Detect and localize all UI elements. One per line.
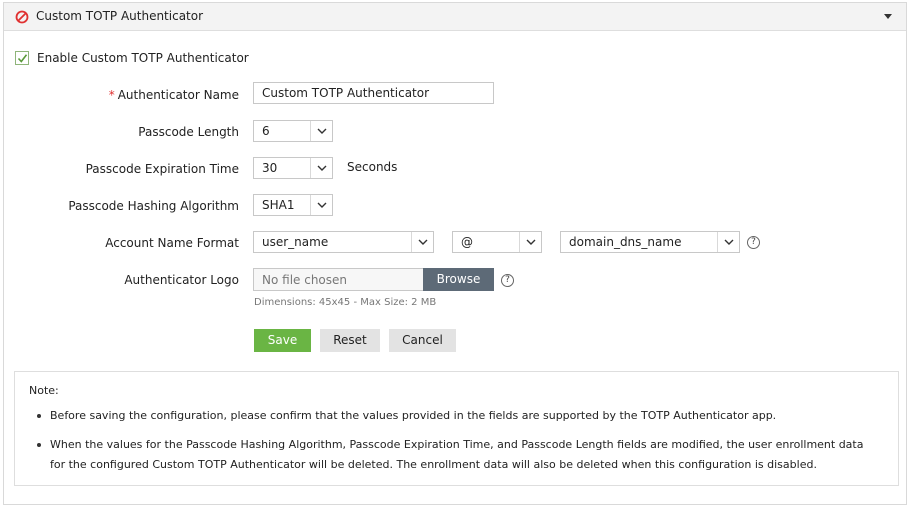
- authenticator-name-label: * Authenticator Name: [108, 88, 239, 102]
- expiration-unit: Seconds: [347, 160, 398, 174]
- logo-file-placeholder: No file chosen: [262, 273, 348, 287]
- expiration-label: Passcode Expiration Time: [85, 162, 239, 176]
- account-format-separator-select[interactable]: @: [452, 231, 542, 253]
- logo-file-input[interactable]: No file chosen Browse: [253, 268, 494, 291]
- totp-panel: Custom TOTP Authenticator Enable Custom …: [3, 2, 907, 505]
- browse-button[interactable]: Browse: [423, 268, 494, 291]
- account-format-part2-select[interactable]: domain_dns_name: [560, 231, 740, 253]
- passcode-length-value: 6: [262, 124, 270, 138]
- cancel-button[interactable]: Cancel: [389, 329, 456, 352]
- passcode-length-select[interactable]: 6: [253, 120, 333, 142]
- chevron-down-icon: [411, 232, 433, 252]
- check-icon: [17, 54, 28, 63]
- account-format-part1-select[interactable]: user_name: [253, 231, 434, 253]
- note-title: Note:: [29, 384, 59, 397]
- account-format-separator-value: @: [461, 235, 473, 249]
- account-format-part2-value: domain_dns_name: [569, 235, 682, 249]
- panel-title: Custom TOTP Authenticator: [36, 9, 204, 23]
- passcode-length-label: Passcode Length: [138, 125, 239, 139]
- required-marker: *: [108, 88, 115, 102]
- account-format-label: Account Name Format: [105, 236, 239, 250]
- account-format-help-icon[interactable]: ?: [747, 236, 760, 249]
- save-button[interactable]: Save: [254, 329, 311, 352]
- chevron-down-icon: [310, 195, 332, 215]
- logo-label: Authenticator Logo: [124, 273, 239, 287]
- enable-label: Enable Custom TOTP Authenticator: [37, 51, 249, 65]
- chevron-down-icon: [310, 158, 332, 178]
- note-list: Before saving the configuration, please …: [37, 406, 877, 484]
- chevron-down-icon: [310, 121, 332, 141]
- caret-down-icon[interactable]: [884, 14, 892, 19]
- hashing-select[interactable]: SHA1: [253, 194, 333, 216]
- logo-help-icon[interactable]: ?: [501, 274, 514, 287]
- expiration-value: 30: [262, 161, 278, 175]
- enable-checkbox[interactable]: [15, 51, 29, 65]
- hashing-label: Passcode Hashing Algorithm: [68, 199, 239, 213]
- note-item: When the values for the Passcode Hashing…: [37, 435, 877, 475]
- disabled-circle-icon: [15, 10, 29, 24]
- chevron-down-icon: [519, 232, 541, 252]
- hashing-value: SHA1: [262, 198, 295, 212]
- note-box: Note: Before saving the configuration, p…: [14, 371, 899, 486]
- panel-header[interactable]: Custom TOTP Authenticator: [4, 3, 906, 31]
- reset-button[interactable]: Reset: [320, 329, 380, 352]
- note-item: Before saving the configuration, please …: [37, 406, 877, 426]
- expiration-select[interactable]: 30: [253, 157, 333, 179]
- authenticator-name-input[interactable]: [253, 82, 494, 104]
- logo-hint: Dimensions: 45x45 - Max Size: 2 MB: [254, 297, 437, 308]
- chevron-down-icon: [717, 232, 739, 252]
- account-format-part1-value: user_name: [262, 235, 329, 249]
